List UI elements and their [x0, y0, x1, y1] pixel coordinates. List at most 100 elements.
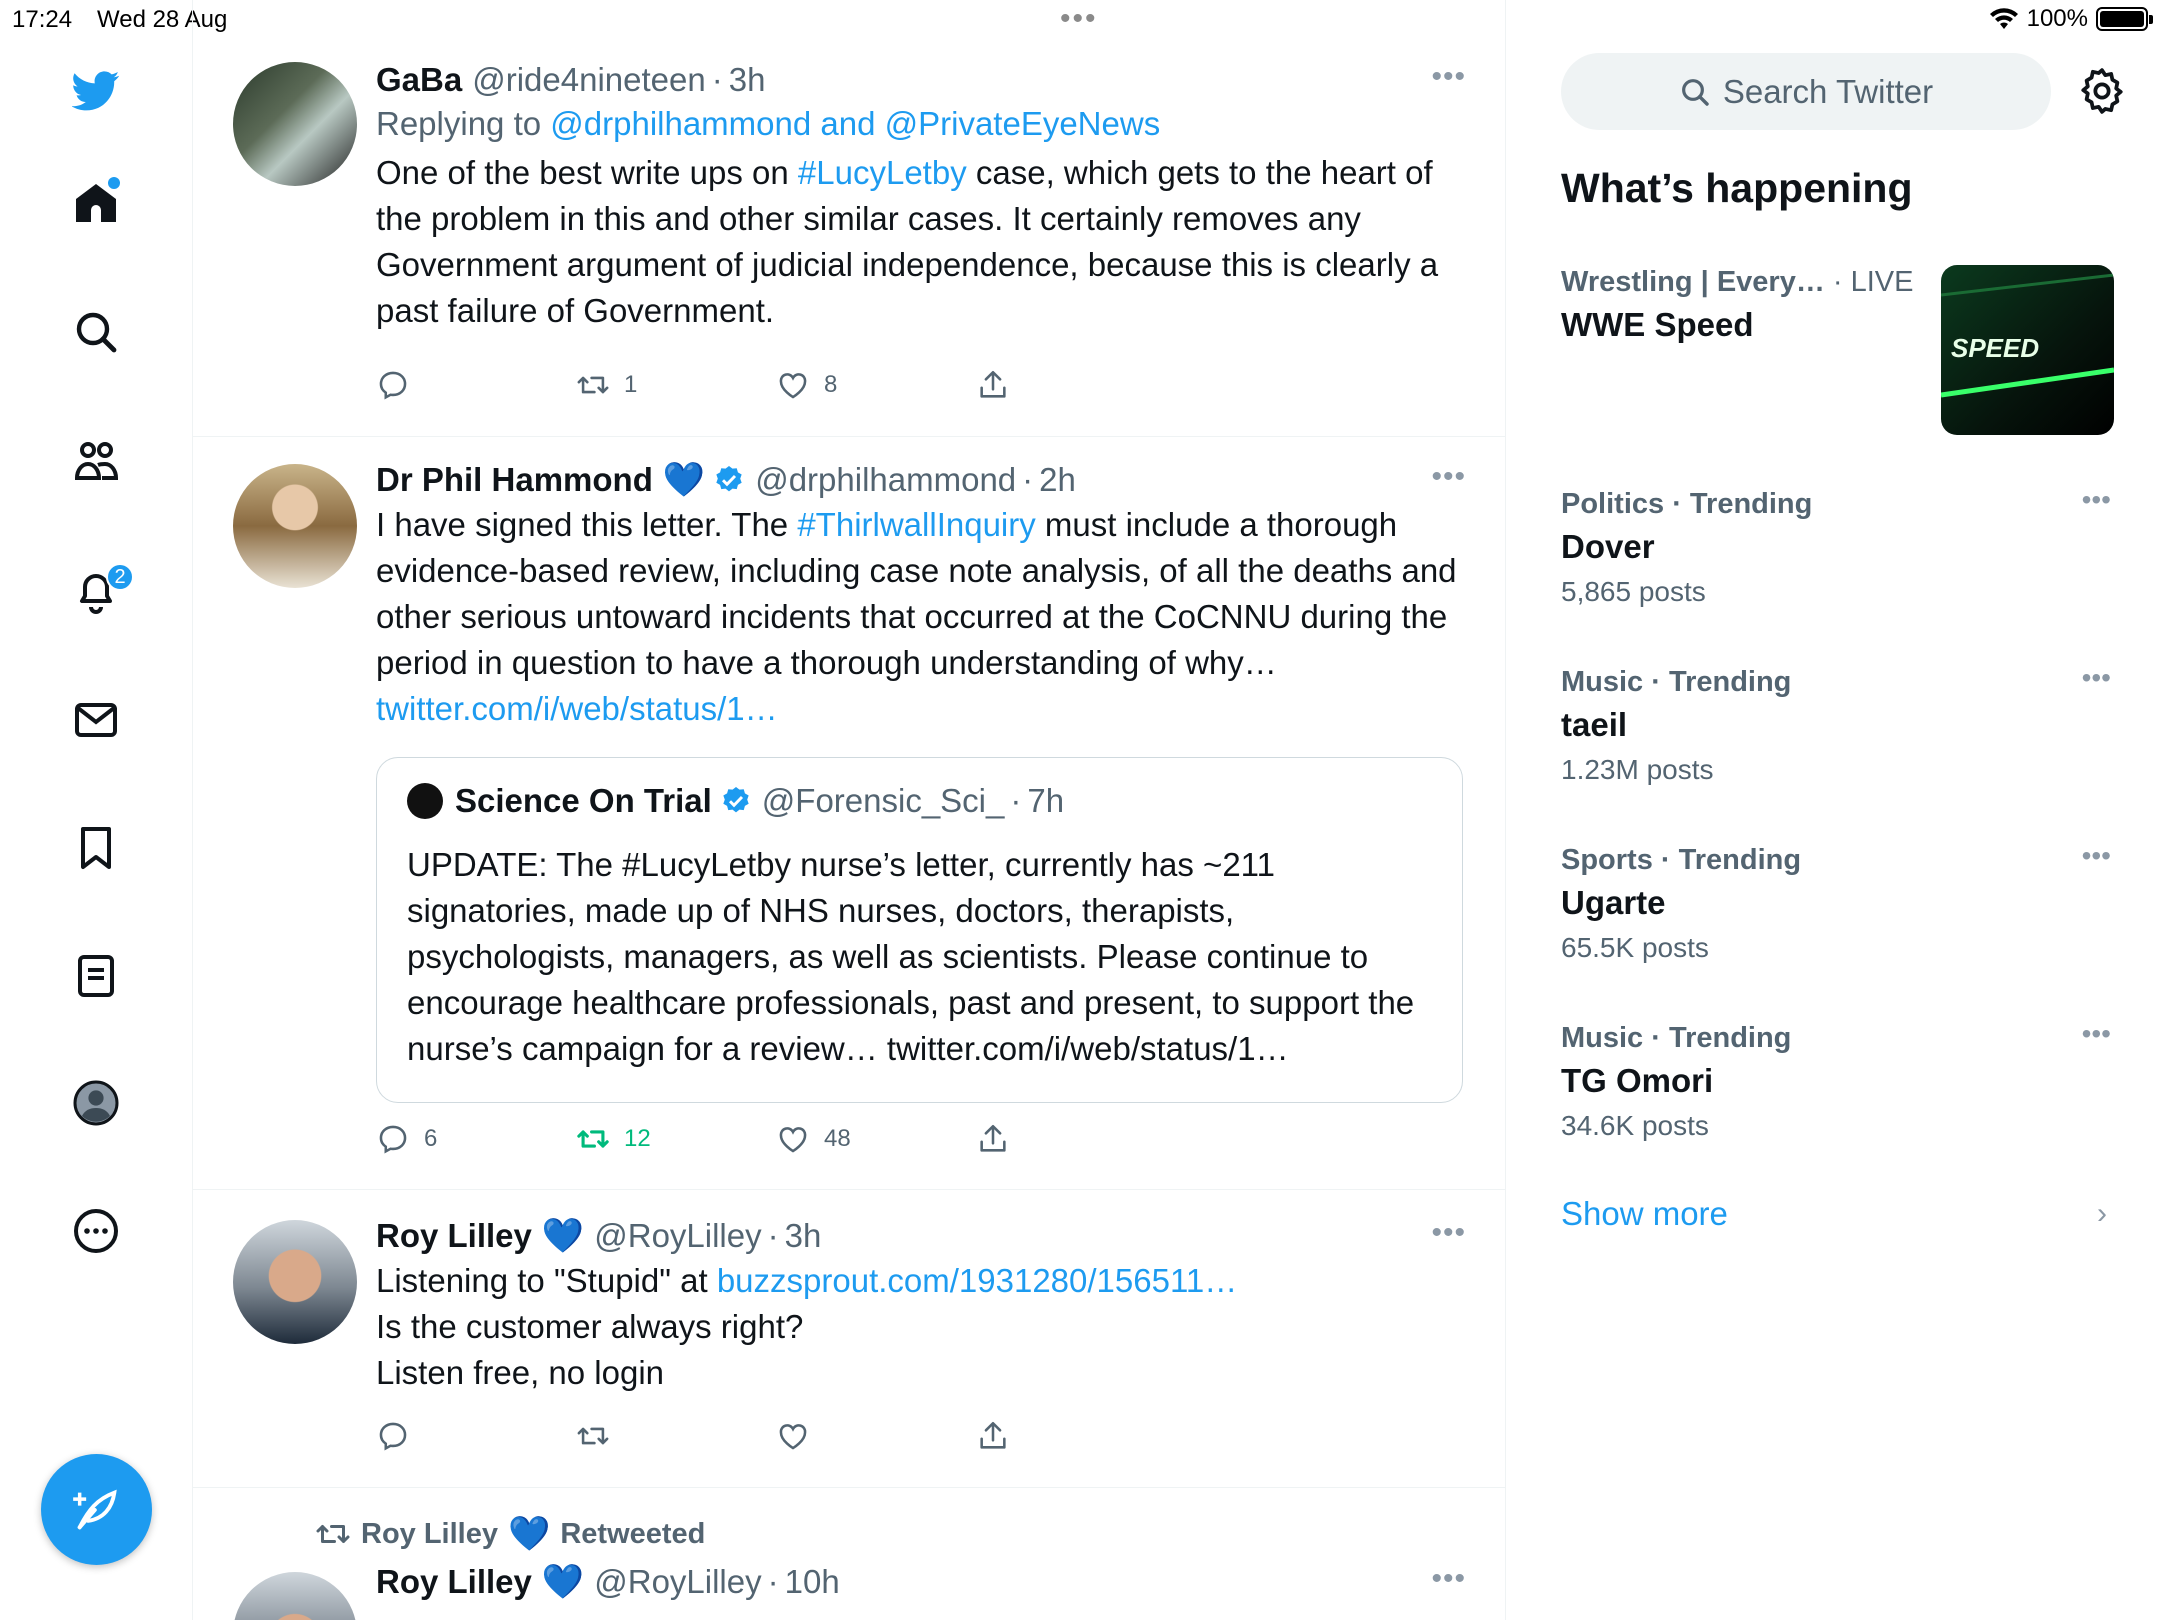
trend-more-button[interactable]: ••• [2082, 484, 2111, 516]
retweet-button[interactable]: 12 [576, 1122, 651, 1156]
trend-count: 34.6K posts [1561, 1110, 1709, 1141]
trend-title: taeil [1561, 706, 1628, 743]
like-button[interactable]: 8 [776, 368, 837, 402]
messages-envelope-icon[interactable] [66, 690, 126, 750]
tweet-text: I have signed this letter. The #Thirlwal… [376, 506, 1457, 727]
profile-avatar-icon[interactable] [66, 1073, 126, 1133]
tweet-card[interactable]: GaBa @ride4nineteen · 3h Replying to @dr… [193, 0, 1505, 437]
trend-item[interactable]: Music · Trending TG Omori 34.6K posts ••… [1561, 1018, 2121, 1148]
share-button[interactable] [976, 1122, 1010, 1156]
notifications-badge: 2 [106, 563, 134, 591]
tweet-more-button[interactable]: ••• [1431, 1562, 1466, 1596]
twitter-logo-icon[interactable] [66, 60, 126, 120]
reply-button[interactable] [376, 1419, 410, 1453]
tweet-actions [376, 1419, 1076, 1459]
tweet-more-button[interactable]: ••• [1431, 460, 1466, 494]
timeline: GaBa @ride4nineteen · 3h Replying to @dr… [193, 0, 1506, 1620]
live-event-thumbnail[interactable]: SPEED [1941, 265, 2114, 435]
quoted-author-handle: @Forensic_Sci_ [761, 782, 1005, 819]
tweet-link[interactable]: buzzsprout.com/1931280/156511… [717, 1262, 1237, 1299]
retweeter-name[interactable]: Roy Lilley [361, 1518, 498, 1551]
retweet-button[interactable] [576, 1419, 610, 1453]
avatar[interactable] [233, 464, 357, 588]
bookmarks-icon[interactable] [66, 818, 126, 878]
trend-more-button[interactable]: ••• [2082, 840, 2111, 872]
tweet-more-button[interactable]: ••• [1431, 1216, 1466, 1250]
author-handle[interactable]: @RoyLilley [594, 1214, 761, 1258]
reply-icon [379, 371, 407, 400]
author-handle[interactable]: @drphilhammond [755, 458, 1016, 502]
share-icon [980, 370, 1006, 398]
author-name[interactable]: Roy Lilley [376, 1214, 532, 1258]
avatar[interactable] [233, 62, 357, 186]
like-button[interactable] [776, 1419, 810, 1453]
author-name[interactable]: GaBa [376, 58, 462, 102]
heart-icon [779, 1424, 807, 1450]
reply-button[interactable]: 6 [376, 1122, 437, 1156]
tweet-header: Roy Lilley 💙 @RoyLilley · 10h [376, 1560, 1466, 1604]
compose-feather-icon [72, 1489, 117, 1529]
chevron-right-icon[interactable]: › [2097, 1197, 2107, 1231]
tweet-card[interactable]: Roy Lilley 💙 Retweeted Roy Lilley 💙 @Roy… [193, 1488, 1505, 1620]
trend-item[interactable]: Sports · Trending Ugarte 65.5K posts ••• [1561, 840, 2121, 970]
share-button[interactable] [976, 368, 1010, 402]
hashtag-link[interactable]: #LucyLetby [798, 154, 967, 191]
search-input[interactable]: Search Twitter [1561, 53, 2051, 130]
tweet-time[interactable]: 2h [1039, 458, 1076, 502]
home-icon[interactable] [66, 173, 126, 233]
search-icon[interactable] [66, 302, 126, 362]
quoted-tweet[interactable]: Science On Trial @Forensic_Sci_ · 7h UPD… [376, 757, 1463, 1103]
notifications-bell-icon[interactable]: 2 [66, 561, 134, 621]
quoted-author-name: Science On Trial [455, 782, 712, 819]
search-placeholder: Search Twitter [1722, 72, 1934, 110]
more-options-icon[interactable] [66, 1201, 126, 1261]
trend-more-button[interactable]: ••• [2082, 1018, 2111, 1050]
tweet-actions: 1 8 [376, 368, 1076, 408]
tweet-time[interactable]: 3h [785, 1214, 822, 1258]
replying-to-users[interactable]: @drphilhammond and @PrivateEyeNews [550, 105, 1160, 142]
hashtag-link[interactable]: #ThirlwallInquiry [797, 506, 1035, 543]
share-button[interactable] [976, 1419, 1010, 1453]
author-name[interactable]: Dr Phil Hammond [376, 458, 653, 502]
quoted-tweet-header: Science On Trial @Forensic_Sci_ · 7h [407, 782, 1064, 820]
quoted-avatar [407, 783, 443, 819]
trend-item[interactable]: Politics · Trending Dover 5,865 posts ••… [1561, 484, 2121, 614]
avatar[interactable] [233, 1220, 357, 1344]
author-handle[interactable]: @RoyLilley [594, 1560, 761, 1604]
trend-context: Music · Trending [1561, 666, 1792, 698]
tweet-text: Listening to "Stupid" at buzzsprout.com/… [376, 1262, 1238, 1391]
trend-context: Sports · Trending [1561, 844, 1802, 876]
trend-count: 5,865 posts [1561, 576, 1706, 607]
compose-tweet-button[interactable] [41, 1454, 152, 1565]
author-handle[interactable]: @ride4nineteen [472, 58, 706, 102]
show-more-link[interactable]: Show more [1561, 1195, 1728, 1233]
quoted-tweet-time: 7h [1027, 782, 1065, 819]
author-name[interactable]: Roy Lilley [376, 1560, 532, 1604]
blue-heart-emoji: 💙 [508, 1515, 551, 1553]
tweet-actions: 6 12 48 [376, 1122, 1076, 1162]
reply-icon [379, 1422, 407, 1451]
blue-heart-emoji: 💙 [541, 1563, 585, 1601]
tweet-time[interactable]: 3h [729, 58, 766, 102]
tweet-card[interactable]: Dr Phil Hammond 💙 @drphilhammond · 2h I … [193, 437, 1505, 1190]
whats-happening-heading: What’s happening [1561, 165, 1913, 211]
lists-icon[interactable] [66, 946, 126, 1006]
tweet-more-button[interactable]: ••• [1431, 60, 1466, 94]
replying-to: Replying to @drphilhammond and @PrivateE… [376, 105, 1161, 142]
heart-icon [779, 1127, 807, 1153]
live-label: · LIVE [1832, 266, 1914, 298]
reply-button[interactable] [376, 368, 424, 402]
tweet-card[interactable]: Roy Lilley 💙 @RoyLilley · 3h Listening t… [193, 1190, 1505, 1488]
communities-icon[interactable] [66, 432, 126, 492]
settings-gear-icon[interactable] [2077, 66, 2127, 116]
tweet-time[interactable]: 10h [785, 1560, 840, 1604]
retweet-button[interactable]: 1 [576, 368, 637, 402]
avatar[interactable] [233, 1572, 357, 1620]
retweeted-by-label: Roy Lilley 💙 Retweeted [315, 1514, 705, 1554]
search-icon [1681, 78, 1709, 106]
trend-more-button[interactable]: ••• [2082, 662, 2111, 694]
share-icon [980, 1124, 1006, 1152]
tweet-link[interactable]: twitter.com/i/web/status/1… [376, 690, 778, 727]
like-button[interactable]: 48 [776, 1122, 851, 1156]
trend-item[interactable]: Music · Trending taeil 1.23M posts ••• [1561, 662, 2121, 792]
